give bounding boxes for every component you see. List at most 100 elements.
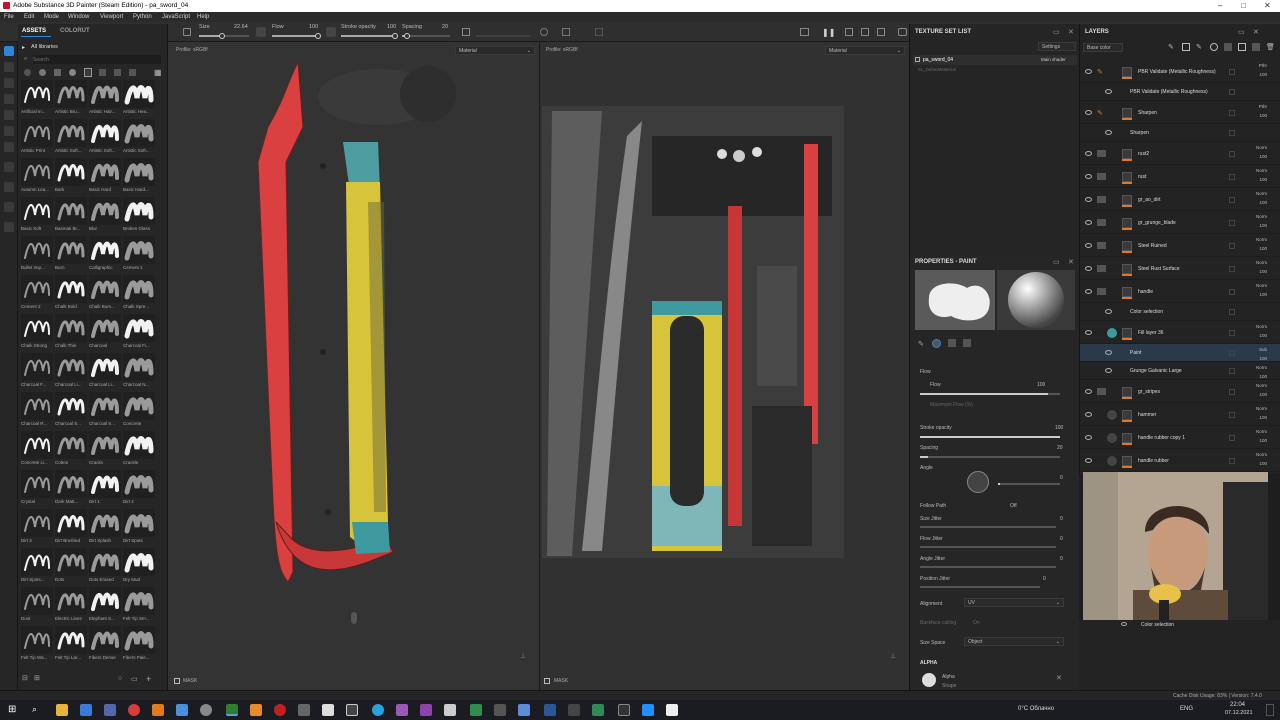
layer-row[interactable]: rust2 Norm 100 [1080, 142, 1280, 165]
taskbar-search-icon[interactable]: ⌕ [32, 704, 44, 716]
prop-alignment-dropdown[interactable]: UV ⌄ [964, 598, 1064, 607]
layer-row[interactable]: gr_grunge_blade Norm 100 [1080, 211, 1280, 234]
taskbar-app-icon-17[interactable] [642, 704, 654, 716]
menu-javascript[interactable]: JavaScript [162, 14, 190, 20]
layer-row[interactable]: hammer Norm 100 [1080, 403, 1280, 426]
taskbar-app-icon-14[interactable] [568, 704, 580, 716]
visibility-eye-icon[interactable] [1085, 173, 1092, 179]
light-icon[interactable] [351, 612, 357, 624]
taskbar-app-icon-7[interactable] [298, 704, 310, 716]
visibility-eye-icon[interactable] [1085, 411, 1092, 417]
layer-blend-mode[interactable]: Norm [1256, 191, 1267, 196]
properties-close-icon[interactable]: ✕ [1068, 258, 1074, 266]
filter-materials-icon[interactable] [24, 69, 31, 76]
layers-close-icon[interactable]: ✕ [1253, 28, 1259, 36]
taskbar-app-icon-9[interactable] [396, 704, 408, 716]
stencil-tab-icon[interactable] [948, 339, 956, 347]
brush-thumbnail[interactable] [89, 470, 121, 498]
texture-set-row[interactable]: pa_sword_04 Main shader [913, 55, 1077, 65]
layer-opacity[interactable]: 100 [1259, 113, 1267, 118]
lazy-mouse-icon[interactable] [540, 28, 548, 36]
layer-row[interactable]: Steel Ruined Norm 100 [1080, 234, 1280, 257]
panel-close-icon[interactable]: ✕ [1068, 28, 1074, 36]
viewport-2d[interactable]: Profile: sRGBf Material ⌄ ⊥ MASK [539, 42, 909, 690]
menu-python[interactable]: Python [133, 14, 152, 20]
brush-thumbnail[interactable] [123, 158, 155, 186]
weather-widget[interactable]: 0°C Облачно [1018, 706, 1054, 712]
layer-row[interactable]: handle rubber Norm 100 [1080, 449, 1280, 472]
brush-thumbnail[interactable] [123, 587, 155, 615]
alpha-tab-icon[interactable] [932, 339, 941, 348]
layer-blend-mode[interactable]: Norm [1256, 383, 1267, 388]
prop-size-jitter-value[interactable]: 0 [1060, 516, 1063, 522]
layer-options-checkbox[interactable] [1229, 109, 1235, 116]
clock-time[interactable]: 22:04 [1230, 702, 1245, 708]
layer-row[interactable]: ✎ Sharpen Pthr 100 [1080, 101, 1280, 124]
visibility-eye-icon[interactable] [1085, 68, 1092, 74]
layer-row[interactable]: gr_stripes Norm 100 [1080, 380, 1280, 403]
texture-set-checkbox[interactable] [915, 57, 920, 62]
brush-thumbnail[interactable] [55, 119, 87, 147]
menu-edit[interactable]: Edit [24, 14, 34, 20]
stroke-slider[interactable] [341, 33, 398, 39]
brush-thumbnail[interactable] [55, 431, 87, 459]
brush-thumbnail[interactable] [123, 119, 155, 147]
flow-slider[interactable] [272, 33, 321, 39]
color-picker-icon[interactable] [4, 142, 14, 152]
taskbar-app-icon-15[interactable] [592, 704, 604, 716]
view-2d-icon[interactable] [861, 28, 869, 36]
spacing-slider[interactable] [402, 33, 450, 39]
channel-dropdown[interactable]: Base color [1083, 43, 1123, 52]
size-value[interactable]: 22.64 [234, 24, 248, 30]
brush-thumbnail[interactable] [21, 470, 53, 498]
stroke-value[interactable]: 100 [387, 24, 396, 30]
add-filter-icon[interactable] [1238, 43, 1246, 51]
telegram-icon[interactable] [372, 704, 384, 716]
taskbar-app-icon-1[interactable] [80, 704, 92, 716]
brush-thumbnail[interactable] [21, 119, 53, 147]
prop-flow-jitter-slider[interactable] [920, 546, 1056, 548]
layer-opacity[interactable]: 100 [1259, 333, 1267, 338]
notification-icon[interactable] [1266, 704, 1274, 716]
visibility-eye-icon[interactable] [1105, 350, 1112, 355]
layer-opacity[interactable]: 100 [1259, 438, 1267, 443]
add-asset-icon[interactable]: + [146, 674, 151, 684]
brush-thumbnail[interactable] [123, 236, 155, 264]
xd-icon[interactable] [420, 704, 432, 716]
taskbar-app-icon-4[interactable] [176, 704, 188, 716]
layer-opacity[interactable]: 100 [1259, 223, 1267, 228]
pause-icon[interactable]: ❚❚ [822, 28, 835, 37]
add-effect-icon[interactable]: ✎ [1168, 43, 1174, 51]
brush-thumbnail[interactable] [55, 197, 87, 225]
file-explorer-icon[interactable] [56, 704, 68, 716]
layer-opacity[interactable]: 100 [1259, 292, 1267, 297]
taskbar-app-icon-11[interactable] [470, 704, 482, 716]
material-tab-icon[interactable] [963, 339, 971, 347]
visibility-eye-icon[interactable] [1085, 288, 1092, 294]
prop-position-jitter-value[interactable]: 0 [1043, 576, 1046, 582]
brush-thumbnail[interactable] [55, 353, 87, 381]
layer-row[interactable]: Grunge Galvanic Large Norm 100 [1080, 362, 1280, 380]
layer-options-checkbox[interactable] [1229, 242, 1235, 249]
taskbar-app-icon-6[interactable] [274, 704, 286, 716]
layer-row[interactable]: Color selection [1080, 303, 1280, 321]
brush-thumbnail[interactable] [123, 275, 155, 303]
add-mask-icon[interactable] [1182, 43, 1190, 51]
reset-icon[interactable]: ○ [118, 675, 122, 682]
brush-thumbnail[interactable] [55, 509, 87, 537]
brush-thumbnail[interactable] [55, 587, 87, 615]
layer-options-checkbox[interactable] [1229, 130, 1235, 136]
layer-options-checkbox[interactable] [1229, 388, 1235, 395]
brush-thumbnail[interactable] [21, 197, 53, 225]
collapse-panel-icon[interactable]: ⊟ [22, 674, 28, 682]
brush-thumbnail[interactable] [55, 80, 87, 108]
visibility-eye-icon[interactable] [1105, 368, 1112, 373]
prop-size-jitter-slider[interactable] [920, 526, 1056, 528]
prop-angle-jitter-value[interactable]: 0 [1060, 556, 1063, 562]
filter-textures-icon[interactable] [54, 69, 61, 76]
layer-blend-mode[interactable]: Norm [1256, 214, 1267, 219]
screenshot-icon[interactable] [898, 28, 907, 36]
layer-blend-mode[interactable]: Norm [1256, 324, 1267, 329]
brush-thumbnail[interactable] [123, 392, 155, 420]
layer-options-checkbox[interactable] [1229, 265, 1235, 272]
